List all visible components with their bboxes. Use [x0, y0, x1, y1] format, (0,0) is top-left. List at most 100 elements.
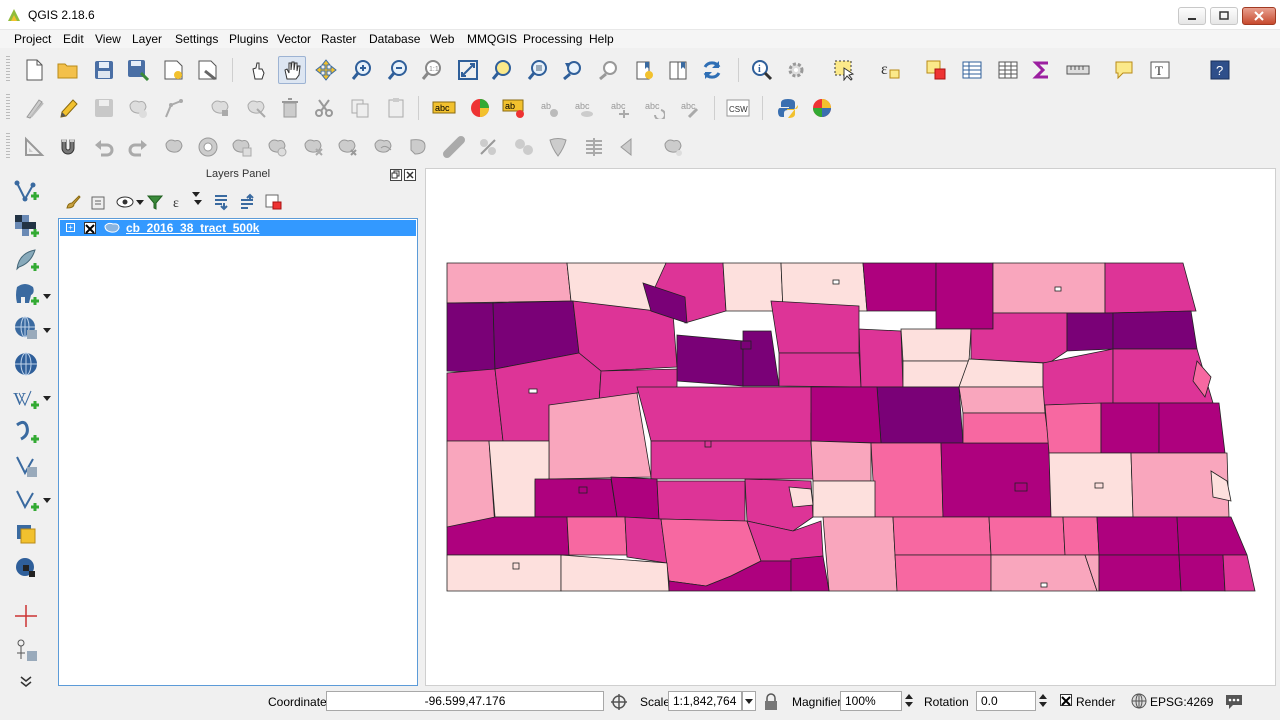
new-bookmark-button[interactable] — [630, 56, 658, 84]
layer-labeling-button[interactable]: abc — [430, 94, 458, 122]
cut-features-button[interactable] — [310, 94, 338, 122]
menu-mmqgis[interactable]: MMQGIS — [467, 32, 517, 46]
chevron-down-icon[interactable] — [43, 396, 51, 401]
zoom-full-button[interactable] — [454, 56, 482, 84]
offset-point-symbols-button[interactable] — [614, 133, 642, 161]
identify-button[interactable]: i — [748, 56, 776, 84]
statistical-summary-button[interactable] — [1028, 56, 1056, 84]
chevron-down-icon[interactable] — [43, 498, 51, 503]
select-features-button[interactable] — [830, 56, 858, 84]
add-part-button[interactable] — [228, 133, 256, 161]
add-new-shapefile-button[interactable] — [10, 602, 42, 630]
filter-by-expression-button[interactable]: ε — [170, 191, 192, 213]
select-by-expression-button[interactable]: ε — [876, 56, 904, 84]
layer-tree[interactable]: + cb_2016_38_tract_500k — [58, 218, 418, 686]
chevron-down-icon[interactable] — [43, 328, 51, 333]
delete-ring-button[interactable] — [300, 133, 328, 161]
metasearch-button[interactable]: CSW — [724, 94, 752, 122]
remove-layer-button[interactable] — [262, 191, 284, 213]
menu-processing[interactable]: Processing — [523, 32, 582, 46]
menu-layer[interactable]: Layer — [132, 32, 162, 46]
crs-label[interactable]: EPSG:4269 — [1150, 695, 1213, 709]
advanced-digitizing-button[interactable] — [20, 133, 48, 161]
new-spatialite-layer-button[interactable] — [10, 636, 42, 664]
minimize-button[interactable] — [1178, 7, 1206, 25]
add-spatialite-layer-button[interactable] — [10, 246, 42, 274]
enable-snapping-button[interactable] — [54, 133, 82, 161]
save-project-button[interactable] — [90, 56, 118, 84]
messages-button[interactable] — [1224, 692, 1244, 710]
menu-web[interactable]: Web — [430, 32, 454, 46]
rotation-spinbox[interactable]: 0.0 — [976, 691, 1036, 711]
layer-diagram-button[interactable] — [466, 94, 494, 122]
expand-toggle[interactable]: + — [66, 223, 75, 232]
scale-combobox[interactable]: 1:1,842,764 — [668, 691, 742, 711]
layer-row[interactable]: + cb_2016_38_tract_500k — [60, 220, 416, 236]
zoom-actual-size-button[interactable]: 1:1 — [418, 56, 446, 84]
style-manager-button[interactable] — [62, 191, 84, 213]
chevron-down-icon[interactable] — [43, 294, 51, 299]
toolbar-grip[interactable] — [6, 94, 10, 120]
attribute-table-button[interactable] — [958, 56, 986, 84]
composer-manager-button[interactable] — [194, 56, 222, 84]
menu-database[interactable]: Database — [369, 32, 420, 46]
field-calculator-button[interactable] — [994, 56, 1022, 84]
menu-project[interactable]: Project — [14, 32, 51, 46]
toggle-editing-button[interactable] — [54, 94, 82, 122]
add-raster-layer-button[interactable] — [10, 212, 42, 240]
menu-plugins[interactable]: Plugins — [229, 32, 268, 46]
add-feature-button[interactable] — [124, 94, 152, 122]
pin-labels-button[interactable]: ab — [536, 94, 564, 122]
delete-selected-button[interactable] — [276, 94, 304, 122]
magnifier-spinbox[interactable]: 100% — [840, 691, 902, 711]
scale-dropdown-button[interactable] — [742, 691, 756, 711]
add-ring-button[interactable] — [194, 133, 222, 161]
layer-visibility-checkbox[interactable] — [84, 222, 96, 234]
lock-scale-button[interactable] — [764, 693, 778, 711]
split-parts-button[interactable] — [474, 133, 502, 161]
menu-view[interactable]: View — [95, 32, 121, 46]
map-canvas[interactable] — [425, 168, 1276, 686]
close-panel-button[interactable] — [404, 169, 416, 181]
toolbar-grip[interactable] — [6, 133, 10, 159]
circular-string-button[interactable] — [660, 133, 688, 161]
simplify-feature-button[interactable] — [160, 133, 188, 161]
pan-to-selection-button[interactable] — [312, 56, 340, 84]
rotation-stepper[interactable] — [1036, 691, 1050, 711]
menu-settings[interactable]: Settings — [175, 32, 218, 46]
toggle-extents-button[interactable] — [610, 693, 628, 711]
magnifier-stepper[interactable] — [902, 691, 916, 711]
crs-button[interactable] — [1130, 692, 1148, 710]
add-mssql-layer-button[interactable] — [10, 520, 42, 548]
current-edits-button[interactable] — [20, 94, 48, 122]
collapse-all-button[interactable] — [236, 191, 258, 213]
redo-button[interactable] — [124, 133, 152, 161]
pan-map-button[interactable] — [278, 56, 306, 84]
menu-raster[interactable]: Raster — [321, 32, 356, 46]
float-panel-button[interactable] — [390, 169, 402, 181]
add-delimited-text-layer-button[interactable]: V — [10, 384, 42, 412]
change-label-button[interactable]: abc — [676, 94, 704, 122]
show-bookmarks-button[interactable] — [664, 56, 692, 84]
add-postgis-layer-button[interactable] — [10, 280, 42, 308]
save-layer-edits-button[interactable] — [90, 94, 118, 122]
paste-features-button[interactable] — [382, 94, 410, 122]
node-tool-button[interactable] — [206, 94, 234, 122]
menu-vector[interactable]: Vector — [277, 32, 311, 46]
python-console-button[interactable] — [774, 94, 802, 122]
help-contents-button[interactable]: ? — [1206, 56, 1234, 84]
zoom-to-layer-button[interactable] — [524, 56, 552, 84]
add-gpx-layer-button[interactable] — [10, 418, 42, 446]
chevron-down-icon[interactable] — [194, 200, 202, 205]
split-features-button[interactable] — [440, 133, 468, 161]
delete-part-button[interactable] — [334, 133, 362, 161]
move-label-button[interactable]: abc — [606, 94, 634, 122]
copy-features-button[interactable] — [346, 94, 374, 122]
toolbar-grip[interactable] — [6, 56, 10, 82]
maximize-button[interactable] — [1210, 7, 1238, 25]
undo-button[interactable] — [90, 133, 118, 161]
add-wms-layer-button[interactable] — [10, 314, 42, 342]
rotate-label-button[interactable]: abc — [640, 94, 668, 122]
move-feature-button[interactable] — [160, 94, 188, 122]
zoom-in-button[interactable] — [348, 56, 376, 84]
